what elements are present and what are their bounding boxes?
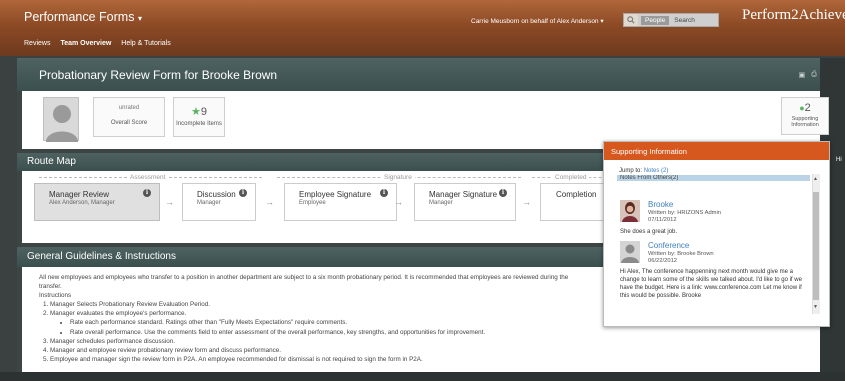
step-name: Discussion — [197, 190, 236, 199]
step-assignee: Manager — [197, 200, 221, 206]
overall-score-value: unrated — [118, 105, 140, 111]
note-author: Written by: HRIZONS Admin — [648, 210, 722, 216]
behalf-label: Carrie Meusborn on behalf of Alex Anders… — [471, 18, 599, 25]
step-manager-signature[interactable]: Manager Signature Manager i — [414, 183, 516, 221]
step-name: Completion — [556, 190, 597, 199]
supporting-label: Supporting Information — [782, 116, 828, 128]
bottom-strip — [0, 372, 845, 381]
supporting-info-popup: Supporting Information Jump to: Notes (2… — [603, 141, 830, 327]
jump-label: Jump to: — [619, 168, 643, 174]
note-text: She does a great job. — [620, 229, 678, 235]
overall-score-label: Overall Score — [110, 120, 148, 126]
supporting-count: 2 — [804, 102, 811, 114]
guidelines-title: General Guidelines & Instructions — [27, 251, 176, 262]
info-icon[interactable]: i — [239, 189, 247, 197]
user-menu-button[interactable]: Carrie Meusborn on behalf of Alex Anders… — [471, 17, 604, 25]
popup-title: Supporting Information — [604, 142, 829, 160]
step-assignee: Employee — [299, 200, 326, 206]
supporting-label-line2: Information — [791, 122, 819, 128]
star-icon: ★ — [191, 106, 201, 118]
arrow-right-icon: → — [522, 197, 531, 207]
page-title: Probationary Review Form for Brooke Brow… — [39, 68, 278, 82]
step-name: Manager Review — [49, 190, 110, 199]
search-button[interactable] — [624, 14, 638, 26]
scroll-down-icon[interactable]: ▼ — [813, 304, 818, 310]
note-avatar — [620, 200, 640, 222]
step-name: Employee Signature — [299, 190, 372, 199]
save-icon[interactable]: ▣ — [799, 71, 806, 79]
step-assignee: Alex Anderson, Manager — [49, 200, 115, 206]
step-name: Manager Signature — [429, 190, 498, 199]
chevron-down-icon: ▾ — [600, 18, 604, 25]
app-title: Performance Forms — [24, 10, 135, 24]
note-title[interactable]: Conference — [648, 241, 689, 250]
note-date: 06/22/2012 — [648, 258, 678, 264]
arrow-right-icon: → — [394, 197, 403, 207]
note-avatar — [620, 241, 640, 263]
supporting-info-card[interactable]: ●2 Supporting Information — [781, 97, 829, 135]
step-assignee: Manager — [429, 200, 453, 206]
incomplete-count: 9 — [200, 106, 207, 118]
notes-section-header[interactable]: Notes From Others(2) — [617, 175, 810, 181]
scrollbar-thumb[interactable] — [813, 192, 819, 300]
scroll-up-icon[interactable]: ▲ — [813, 176, 818, 182]
print-icon[interactable]: ⎙ — [811, 71, 817, 79]
search-bar: People Search — [623, 13, 719, 27]
nav-help-tutorials[interactable]: Help & Tutorials — [121, 40, 170, 47]
sidebar-tab[interactable]: Hi — [836, 157, 842, 163]
phase-signature: Signature — [381, 174, 415, 181]
step-discussion[interactable]: Discussion Manager i — [182, 183, 256, 221]
phase-completed: Completed — [552, 174, 590, 181]
list-item: Manager schedules performance discussion… — [50, 337, 837, 346]
incomplete-items-card[interactable]: ★9 Incomplete Items — [173, 97, 225, 137]
incomplete-label: Incomplete Items — [176, 121, 222, 127]
info-icon[interactable]: i — [143, 189, 151, 197]
info-icon[interactable]: i — [499, 189, 507, 197]
info-icon[interactable]: i — [380, 189, 388, 197]
jump-to: Jump to: Notes (2) — [619, 168, 668, 174]
arrow-right-icon: → — [165, 197, 174, 207]
overall-score-card[interactable]: unrated Overall Score — [93, 97, 165, 137]
top-bar: Performance Forms ▾ Reviews Team Overvie… — [0, 0, 845, 56]
chevron-down-icon: ▾ — [137, 14, 142, 23]
nav-team-overview[interactable]: Team Overview — [60, 40, 111, 47]
note-date: 07/11/2012 — [648, 217, 677, 223]
list-item: Manager and employee review probationary… — [50, 346, 837, 355]
phase-assessment: Assessment — [127, 174, 169, 181]
list-item: Rate overall performance. Use the commen… — [70, 328, 837, 337]
avatar — [43, 97, 79, 142]
note-author: Written by: Brooke Brown — [648, 251, 714, 257]
step-employee-signature[interactable]: Employee Signature Employee i — [284, 183, 397, 221]
note-text: Hi Alex, The conference happenning next … — [620, 269, 802, 299]
search-icon — [627, 16, 635, 24]
arrow-right-icon: → — [265, 197, 274, 207]
app-menu-button[interactable]: Performance Forms ▾ — [24, 10, 142, 24]
logo: Perform2Achieve — [742, 7, 845, 23]
list-item-text: Manager evaluates the employee's perform… — [50, 310, 187, 318]
jump-link-notes[interactable]: Notes (2) — [644, 168, 669, 174]
note-title[interactable]: Brooke — [648, 200, 673, 209]
search-scope-people[interactable]: People — [641, 15, 670, 25]
route-map-title: Route Map — [27, 156, 76, 167]
person-photo-icon — [620, 200, 640, 222]
nav-reviews[interactable]: Reviews — [24, 40, 50, 47]
list-item: Employee and manager sign the review for… — [50, 355, 837, 364]
form-header: Probationary Review Form for Brooke Brow… — [17, 59, 843, 91]
search-input[interactable]: Search — [674, 17, 695, 24]
step-manager-review[interactable]: Manager Review Alex Anderson, Manager i — [34, 183, 160, 221]
main-nav: Reviews Team Overview Help & Tutorials — [24, 40, 171, 47]
person-icon — [620, 241, 640, 263]
person-icon — [46, 105, 78, 142]
